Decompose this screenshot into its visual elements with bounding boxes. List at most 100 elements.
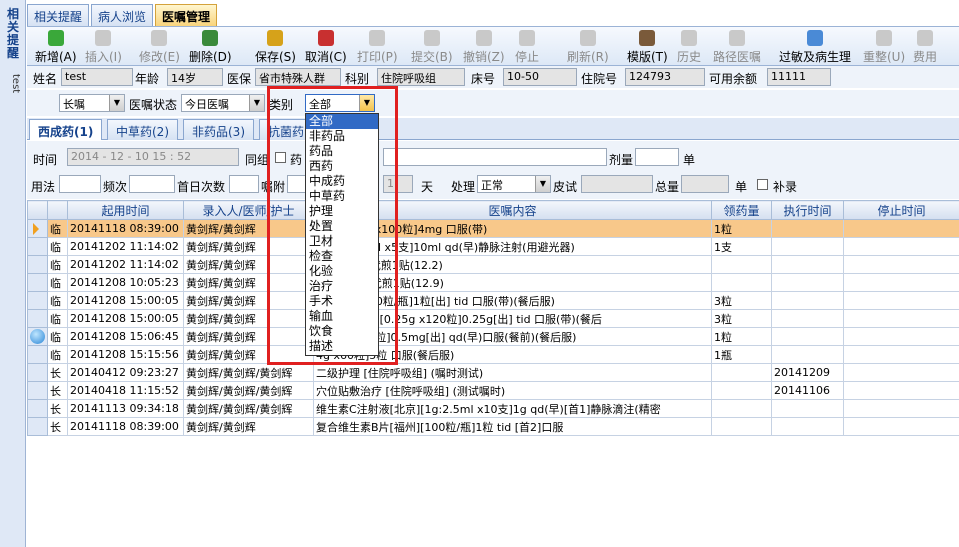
- cell-qty: [711, 399, 772, 418]
- toolbar-button-template[interactable]: 模版(T): [627, 30, 668, 64]
- cell-qty: 1粒: [711, 219, 772, 238]
- cell-content: 复合维生素B片[福州][100粒/瓶]1粒 tid [首2]口服: [313, 417, 712, 436]
- sidebar-title[interactable]: 相关提醒: [7, 8, 21, 60]
- path-icon: [729, 30, 745, 46]
- toolbar-button-label: 删除(D): [189, 50, 232, 64]
- bed-field: 10-50: [503, 68, 577, 86]
- toolbar-button-allergy[interactable]: 过敏及病生理: [779, 30, 851, 64]
- cell-type: 长: [47, 381, 68, 400]
- row-indicator: [27, 255, 48, 274]
- fee-icon: [917, 30, 933, 46]
- table-row[interactable]: 临 20141202 11:14:02 黄剑辉/黄剑辉 生射液[10ml x5支]10…: [27, 237, 959, 256]
- toolbar-button-save[interactable]: 保存(S): [255, 30, 296, 64]
- toolbar-button-reorganize[interactable]: 重整(U): [863, 30, 905, 64]
- cell-stop: [843, 291, 959, 310]
- dose-input[interactable]: [635, 148, 679, 166]
- cell-stop: [843, 399, 959, 418]
- balance-field: 11111: [767, 68, 831, 86]
- table-row[interactable]: 临 20141118 08:39:00 黄剑辉/黄剑辉 福州][4mg x100粒]4…: [27, 219, 959, 238]
- table-row[interactable]: 临 20141208 15:06:45 黄剑辉/黄剑辉 0.5mg x20粒]0.5m…: [27, 327, 959, 346]
- table-row[interactable]: 长 20141113 09:34:18 黄剑辉/黄剑辉/黄剑辉 维生素C注射液[北京]…: [27, 399, 959, 418]
- row-indicator: [27, 381, 48, 400]
- toolbar-button-path[interactable]: 路径医嘱: [713, 30, 761, 64]
- toolbar-button-fee[interactable]: 费用: [913, 30, 937, 64]
- table-row[interactable]: 临 20141202 11:14:02 黄剑辉/黄剑辉 9g]1g 1贴代煎1贴(12…: [27, 255, 959, 274]
- usage-input[interactable]: [59, 175, 101, 193]
- save-icon: [267, 30, 284, 46]
- cell-doctor: 黄剑辉/黄剑辉: [183, 417, 314, 436]
- toolbar-button-undo[interactable]: 撤销(Z): [463, 30, 505, 64]
- cell-type: 临: [47, 291, 68, 310]
- subtab-non-drug[interactable]: 非药品(3): [183, 119, 254, 140]
- table-row[interactable]: 长 20140412 09:23:27 黄剑辉/黄剑辉/黄剑辉 二级护理 [住院呼吸组…: [27, 363, 959, 382]
- total-input[interactable]: [681, 175, 729, 193]
- dept-label: 科别: [345, 72, 370, 86]
- toolbar-button-label: 模版(T): [627, 50, 668, 64]
- process-select[interactable]: 正常 ▼: [477, 175, 551, 193]
- cell-exec: [771, 237, 844, 256]
- toolbar-button-delete[interactable]: 删除(D): [189, 30, 232, 64]
- order-entry-form: 时间 2014 - 12 - 10 15 : 52 同组 药 剂量 单 用法 频…: [27, 141, 959, 199]
- status-label: 医嘱状态: [129, 98, 178, 112]
- cell-stop: [843, 381, 959, 400]
- freq-input[interactable]: [129, 175, 175, 193]
- grid-header-stop[interactable]: 停止时间: [843, 200, 959, 220]
- first-day-input[interactable]: [229, 175, 259, 193]
- toolbar-button-label: 取消(C): [305, 50, 347, 64]
- order-status-select[interactable]: 今日医嘱 ▼: [181, 94, 265, 112]
- toolbar-button-refresh[interactable]: 刷新(R): [567, 30, 609, 64]
- grid-header-qty[interactable]: 领药量: [711, 200, 772, 220]
- toolbar-button-label: 过敏及病生理: [779, 50, 852, 64]
- toolbar-button-print[interactable]: 打印(P): [357, 30, 398, 64]
- filter-bar: 长嘱 ▼ 医嘱状态 今日医嘱 ▼ 类别 全部 ▼: [27, 90, 959, 116]
- skin-test-input[interactable]: [581, 175, 653, 193]
- hosp-no-field: 124793: [625, 68, 705, 86]
- cell-start: 20141208 10:05:23: [67, 273, 184, 292]
- toolbar-button-label: 提交(B): [411, 50, 453, 64]
- chevron-down-icon[interactable]: ▼: [249, 95, 264, 111]
- toolbar-button-label: 刷新(R): [567, 50, 609, 64]
- template-icon: [639, 30, 656, 46]
- cell-type: 临: [47, 255, 68, 274]
- cell-exec: [771, 417, 844, 436]
- cell-exec: [771, 399, 844, 418]
- table-row[interactable]: 长 20140418 11:15:52 黄剑辉/黄剑辉/黄剑辉 穴位贴敷治疗 [住院呼…: [27, 381, 959, 400]
- toolbar-button-add[interactable]: 新增(A): [35, 30, 77, 64]
- toolbar-button-cancel[interactable]: 取消(C): [305, 30, 347, 64]
- age-label: 年龄: [135, 72, 160, 86]
- toolbar-button-submit[interactable]: 提交(B): [411, 30, 453, 64]
- row-pointer-icon: [27, 219, 48, 238]
- cell-stop: [843, 345, 959, 364]
- tab-reminders[interactable]: 相关提醒: [27, 4, 90, 26]
- drug-input[interactable]: [383, 148, 607, 166]
- chevron-down-icon[interactable]: ▼: [535, 176, 550, 192]
- table-row[interactable]: 临 20141208 15:00:05 黄剑辉/黄剑辉 片[福州][100粒/瓶]1粒…: [27, 291, 959, 310]
- refresh-icon: [579, 30, 596, 46]
- cell-qty: [711, 363, 772, 382]
- supplement-checkbox[interactable]: [757, 179, 768, 190]
- subtab-chinese-herbal[interactable]: 中草药(2): [107, 119, 178, 140]
- grid-header-start[interactable]: 起用时间: [67, 200, 184, 220]
- name-label: 姓名: [33, 72, 58, 86]
- table-row[interactable]: 临 20141208 10:05:23 黄剑辉/黄剑辉 袋]1克 1贴代煎1贴(12.…: [27, 273, 959, 292]
- cell-start: 20141208 15:15:56: [67, 345, 184, 364]
- time-input[interactable]: 2014 - 12 - 10 15 : 52: [67, 148, 239, 166]
- tab-patient-browse[interactable]: 病人浏览: [91, 4, 154, 26]
- table-row[interactable]: 长 20141118 08:39:00 黄剑辉/黄剑辉 复合维生素B片[福州][100…: [27, 417, 959, 436]
- grid-header-exec[interactable]: 执行时间: [771, 200, 844, 220]
- toolbar-button-edit[interactable]: 修改(E): [139, 30, 180, 64]
- toolbar-button-stop[interactable]: 停止: [515, 30, 539, 64]
- delete-icon: [202, 30, 219, 46]
- chevron-down-icon[interactable]: ▼: [109, 95, 124, 111]
- cell-type: 长: [47, 417, 68, 436]
- toolbar-button-history[interactable]: 历史: [677, 30, 701, 64]
- toolbar-button-insert[interactable]: 插入(I): [85, 30, 122, 64]
- cell-start: 20140418 11:15:52: [67, 381, 184, 400]
- tab-order-management[interactable]: 医嘱管理: [155, 4, 218, 26]
- time-label: 时间: [33, 153, 58, 167]
- table-row[interactable]: 临 20141208 15:00:05 黄剑辉/黄剑辉 致钾片[海南][0.25g x…: [27, 309, 959, 328]
- table-row[interactable]: 临 20141208 15:15:56 黄剑辉/黄剑辉 4g x60粒]5粒 口服(餐…: [27, 345, 959, 364]
- order-type-select[interactable]: 长嘱 ▼: [59, 94, 125, 112]
- subtab-western-medicine[interactable]: 西成药(1): [29, 119, 103, 140]
- cell-type: 临: [47, 345, 68, 364]
